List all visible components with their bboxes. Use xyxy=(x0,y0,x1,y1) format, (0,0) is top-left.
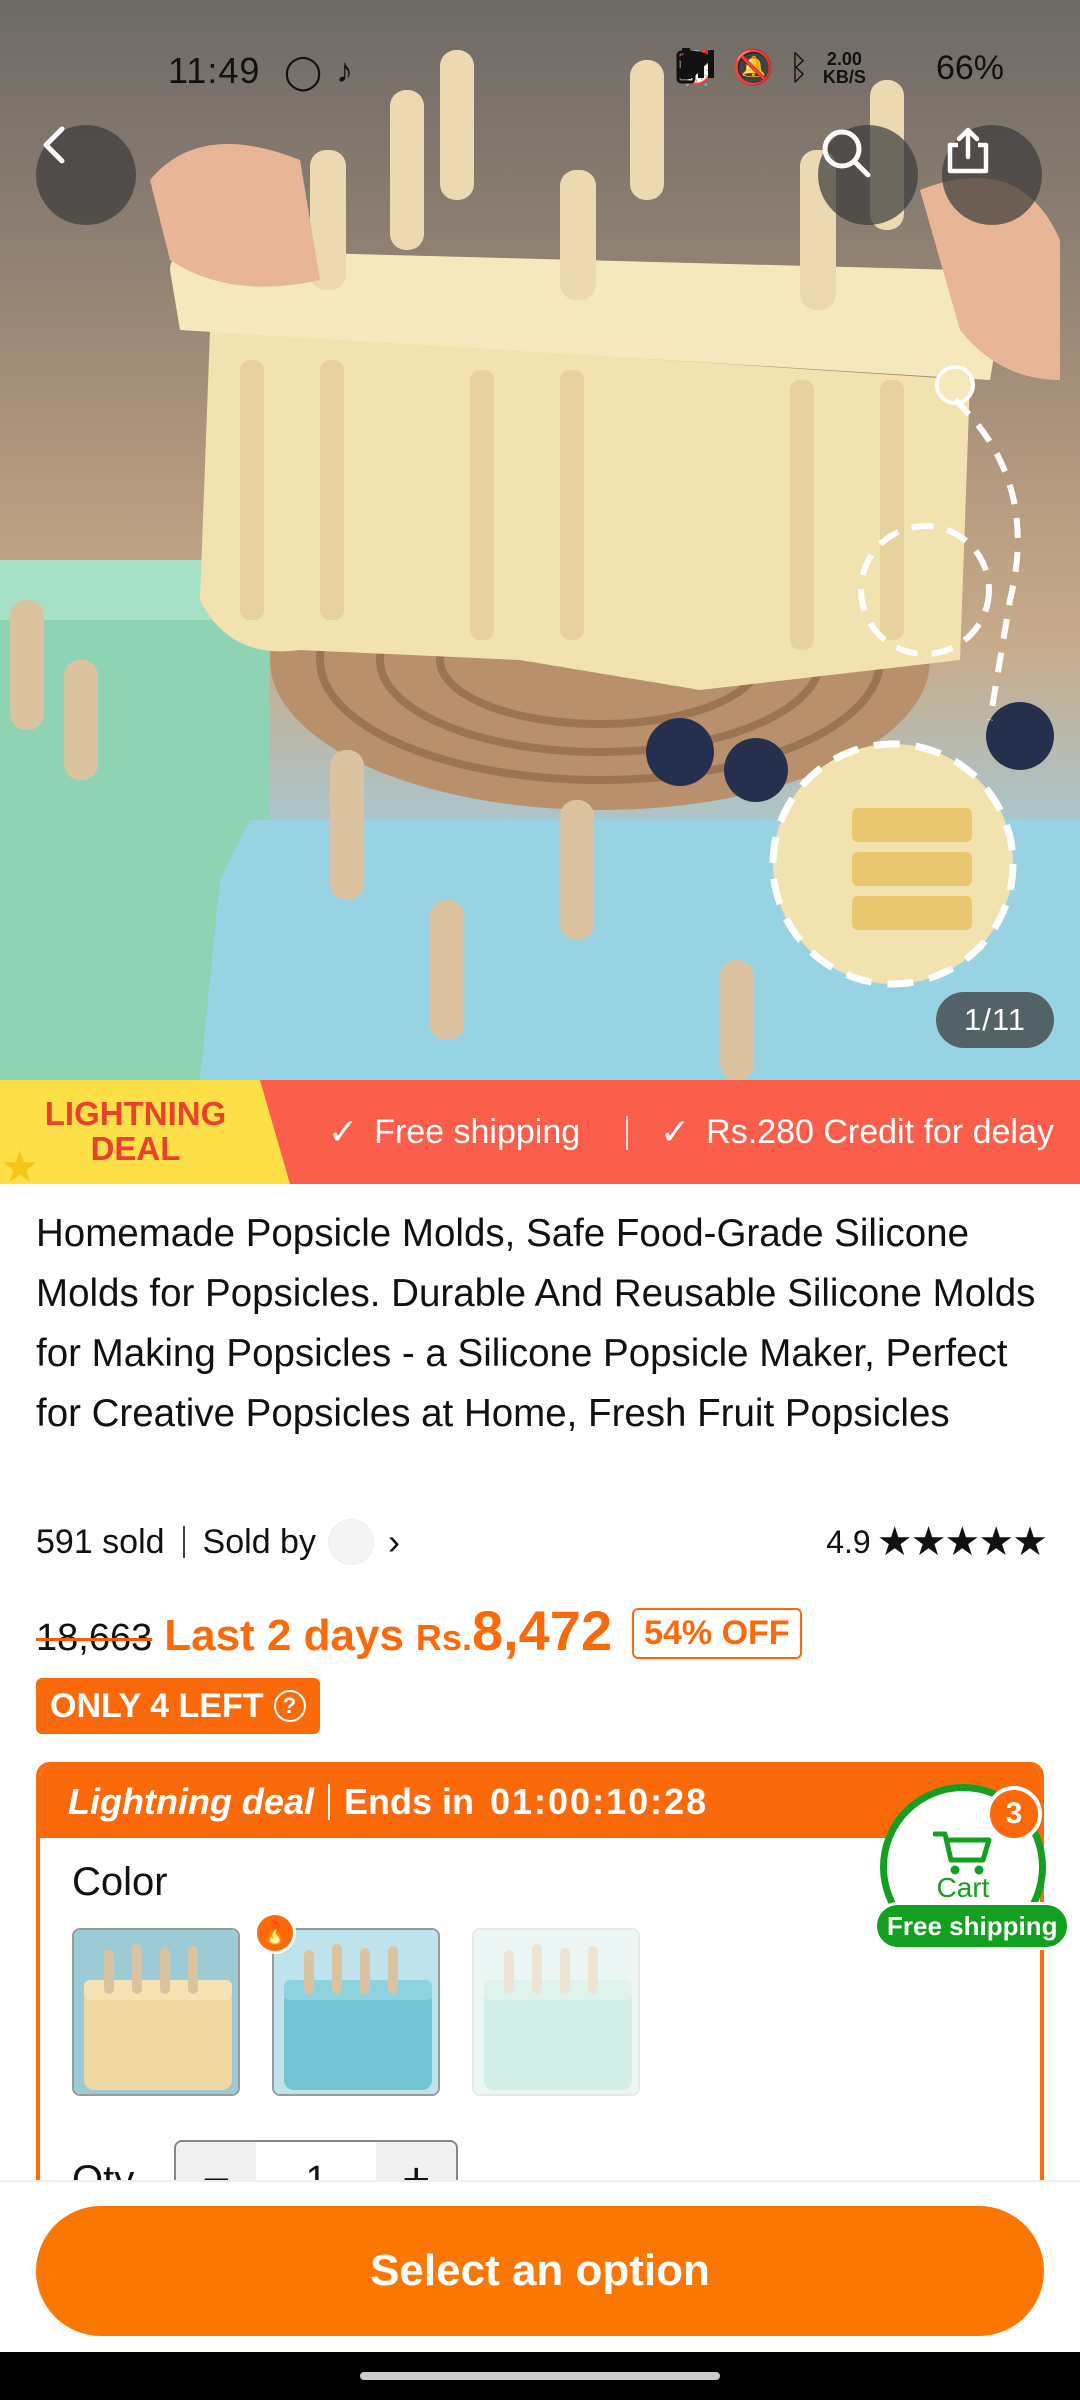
current-price: 8,472 xyxy=(471,1599,613,1662)
swatch-blue-image xyxy=(274,1930,438,2094)
back-arrow-icon xyxy=(43,126,65,164)
swatch-green-image xyxy=(474,1930,638,2094)
image-counter: 1/11 xyxy=(936,992,1054,1048)
net-speed: 2.00 KB/S xyxy=(822,49,866,87)
deal-title: Lightning deal xyxy=(68,1781,314,1822)
chevron-right-icon: › xyxy=(387,1521,400,1562)
bottom-action-bar: Select an option xyxy=(0,2180,1080,2352)
sold-count: 591 sold xyxy=(36,1522,165,1561)
color-label: Color xyxy=(72,1860,168,1904)
original-price: 18,663 xyxy=(36,1617,153,1659)
bluetooth-icon: ᛒ xyxy=(788,48,809,87)
divider xyxy=(327,1784,330,1820)
lightning-deal-banner: ★ LIGHTNING DEAL ✓ Free shipping ✓ Rs.28… xyxy=(0,1080,1080,1184)
star-rating-icon: ★★★★★ xyxy=(876,1520,1048,1564)
rating[interactable]: 4.9 ★★★★★ xyxy=(826,1519,1048,1565)
select-option-button[interactable]: Select an option xyxy=(36,2206,1044,2336)
sold-by-link[interactable]: Sold by › xyxy=(203,1519,400,1565)
whatsapp-icon: ◯ xyxy=(284,53,323,91)
cart-icon xyxy=(933,1831,992,1875)
urgency-text: Last 2 days xyxy=(164,1611,404,1660)
system-nav-bar xyxy=(0,2352,1080,2400)
cart-label: Cart xyxy=(936,1872,990,1903)
divider xyxy=(626,1116,628,1150)
swatch-yellow-image xyxy=(74,1930,238,2094)
color-swatches xyxy=(72,1928,640,2096)
share-icon xyxy=(947,127,989,174)
product-image[interactable]: 11:49 ◯ ♪ ⏰ 🔕 ᛒ 2.00 KB/S xyxy=(0,0,1080,1080)
swatch-blue[interactable] xyxy=(272,1928,440,2096)
swatch-green[interactable] xyxy=(472,1928,640,2096)
mute-icon: 🔕 xyxy=(732,49,775,87)
home-gesture-handle[interactable] xyxy=(360,2372,720,2380)
ends-label: Ends in xyxy=(343,1781,474,1822)
search-icon xyxy=(822,129,871,178)
back-button[interactable] xyxy=(36,125,136,225)
product-meta: 591 sold Sold by › 4.9 ★★★★★ xyxy=(36,1512,1048,1572)
help-icon: ? xyxy=(273,1690,306,1722)
share-button[interactable] xyxy=(942,125,1042,225)
divider xyxy=(182,1526,185,1558)
cart-free-shipping-badge: Free shipping xyxy=(874,1902,1071,1950)
battery-percent: 66% xyxy=(935,48,1004,87)
check-icon: ✓ xyxy=(328,1111,359,1152)
swatch-yellow[interactable] xyxy=(72,1928,240,2096)
stock-badge[interactable]: ONLY 4 LEFT ? xyxy=(36,1678,320,1734)
seller-logo xyxy=(327,1519,374,1565)
perk-free-shipping: ✓ Free shipping xyxy=(328,1111,581,1152)
perk-delay-credit: ✓ Rs.280 Credit for delay xyxy=(660,1111,1054,1152)
check-icon: ✓ xyxy=(660,1111,691,1152)
price-row: 18,663 Last 2 days Rs. 8,472 54% OFF xyxy=(36,1598,1046,1678)
rating-value: 4.9 xyxy=(826,1523,871,1560)
countdown-timer: 01:00:10:28 xyxy=(490,1781,709,1822)
cart-count-badge: 3 xyxy=(986,1786,1042,1842)
tiktok-icon: ♪ xyxy=(336,52,354,90)
discount-badge: 54% OFF xyxy=(632,1608,802,1659)
search-button[interactable] xyxy=(818,125,918,225)
flame-icon: 🔥 xyxy=(254,1912,296,1954)
product-photo-illustration xyxy=(0,50,1080,1080)
status-time: 11:49 xyxy=(168,50,261,91)
product-title: Homemade Popsicle Molds, Safe Food-Grade… xyxy=(36,1212,1036,1435)
currency: Rs. xyxy=(415,1617,472,1658)
status-bar: 11:49 ◯ ♪ ⏰ 🔕 ᛒ 2.00 KB/S xyxy=(0,0,1080,140)
